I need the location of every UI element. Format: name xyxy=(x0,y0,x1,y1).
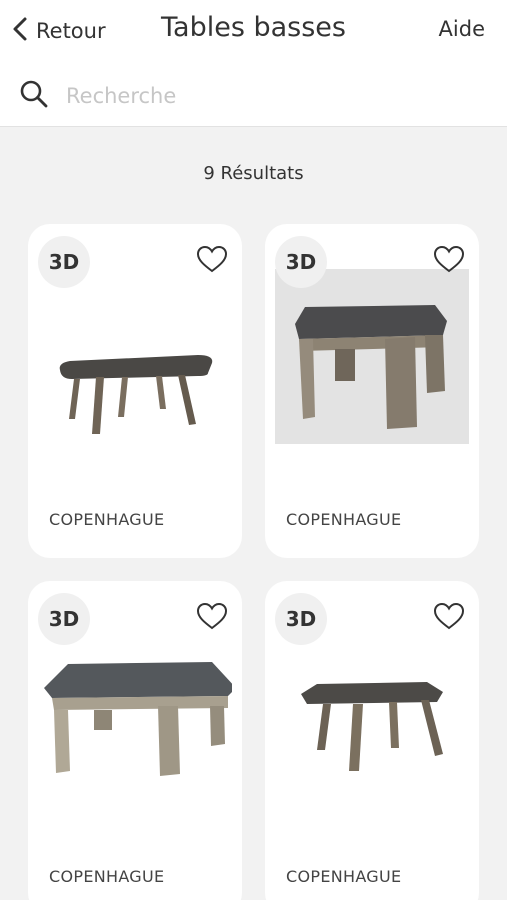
heart-outline-icon[interactable] xyxy=(194,599,230,633)
product-name: COPENHAGUE xyxy=(49,867,165,886)
search-icon xyxy=(18,78,50,114)
back-label: Retour xyxy=(36,19,106,43)
heart-outline-icon[interactable] xyxy=(431,242,467,276)
heart-outline-icon[interactable] xyxy=(431,599,467,633)
results-count: 9 Résultats xyxy=(203,163,304,184)
product-card[interactable]: 3D COPENHAGUE xyxy=(28,224,242,558)
product-image xyxy=(275,269,469,444)
search-input[interactable] xyxy=(66,84,446,108)
product-name: COPENHAGUE xyxy=(286,867,402,886)
back-button[interactable]: Retour xyxy=(10,15,106,47)
product-image xyxy=(38,269,232,444)
search-bar xyxy=(18,78,488,114)
help-button[interactable]: Aide xyxy=(439,17,485,41)
product-image xyxy=(275,626,469,801)
product-card[interactable]: 3D COPENHAGUE xyxy=(28,581,242,900)
product-card[interactable]: 3D COPENHAGUE xyxy=(265,581,479,900)
heart-outline-icon[interactable] xyxy=(194,242,230,276)
badge-3d[interactable]: 3D xyxy=(275,593,327,645)
badge-3d[interactable]: 3D xyxy=(38,593,90,645)
badge-3d[interactable]: 3D xyxy=(38,236,90,288)
product-name: COPENHAGUE xyxy=(49,510,165,529)
chevron-left-icon xyxy=(10,16,32,46)
product-image xyxy=(38,626,232,801)
product-name: COPENHAGUE xyxy=(286,510,402,529)
top-bar: Retour Tables basses Aide xyxy=(0,0,507,127)
product-card[interactable]: 3D COPENHAGUE xyxy=(265,224,479,558)
badge-3d[interactable]: 3D xyxy=(275,236,327,288)
